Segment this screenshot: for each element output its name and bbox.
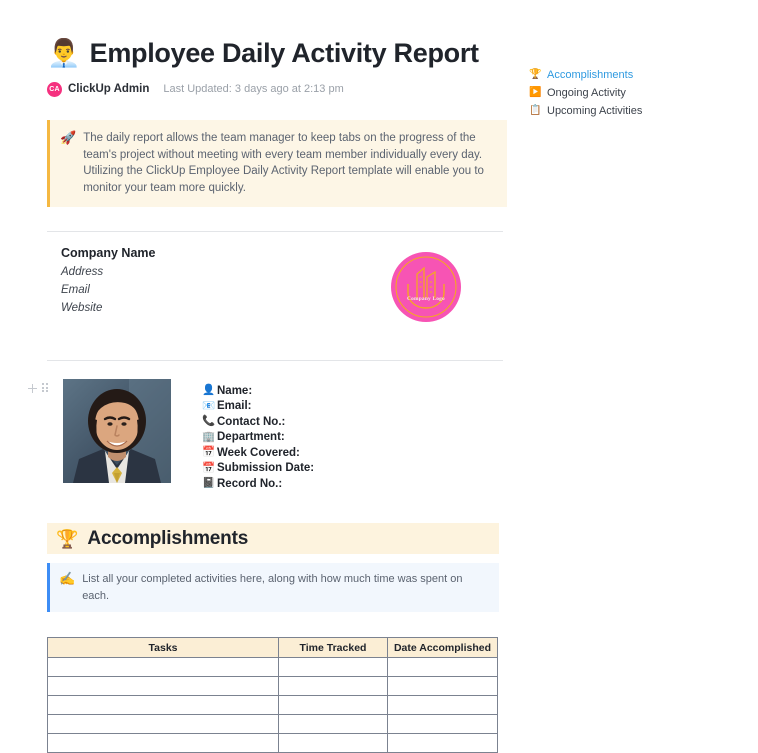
field-row: 📧 Email: <box>202 399 314 414</box>
calendar-icon: 📅 <box>202 461 216 474</box>
accomplishments-table[interactable]: Tasks Time Tracked Date Accomplished <box>47 637 498 753</box>
rocket-icon: 🚀 <box>60 130 77 145</box>
outline-item-upcoming-activities[interactable]: 📋 Upcoming Activities <box>529 102 719 120</box>
company-logo-caption: Company Logo <box>407 296 445 302</box>
section-hint-text: List all your completed activities here,… <box>82 573 463 602</box>
play-button-icon: ▶️ <box>529 87 542 98</box>
cell-date[interactable] <box>387 695 498 715</box>
drag-handle-icon[interactable] <box>42 383 49 393</box>
section-title: Accomplishments <box>87 527 249 549</box>
section-header-accomplishments: 🏆 Accomplishments <box>47 523 499 554</box>
phone-icon: 📞 <box>202 415 216 427</box>
cell-task[interactable] <box>47 657 279 677</box>
cell-date[interactable] <box>387 733 498 753</box>
person-icon: 👤 <box>202 384 216 396</box>
divider-top <box>47 231 503 232</box>
cell-time[interactable] <box>278 676 388 696</box>
field-label-email: Email: <box>217 400 252 412</box>
document-page: 👨‍💼 Employee Daily Activity Report CA Cl… <box>0 0 758 753</box>
field-label-department: Department: <box>217 431 285 443</box>
outline-nav: 🏆 Accomplishments ▶️ Ongoing Activity 📋 … <box>529 66 719 120</box>
divider-bottom <box>47 360 503 361</box>
intro-callout: 🚀 The daily report allows the team manag… <box>47 120 507 207</box>
cell-time[interactable] <box>278 657 388 677</box>
section-hint-callout: ✍️ List all your completed activities he… <box>47 563 499 612</box>
author-name: ClickUp Admin <box>68 83 150 95</box>
column-header-date-accomplished: Date Accomplished <box>387 637 498 658</box>
email-icon: 📧 <box>202 399 216 412</box>
field-row: 📓 Record No.: <box>202 476 314 491</box>
cell-task[interactable] <box>47 714 279 734</box>
clipboard-icon: 📋 <box>529 105 542 116</box>
cell-task[interactable] <box>47 676 279 696</box>
employee-photo-graphic <box>63 379 171 483</box>
cell-time[interactable] <box>278 695 388 715</box>
table-row <box>47 676 498 696</box>
last-updated-text: Last Updated: 3 days ago at 2:13 pm <box>163 83 344 95</box>
outline-item-label: Accomplishments <box>547 69 634 81</box>
notebook-icon: 📓 <box>202 477 216 489</box>
intro-callout-text: The daily report allows the team manager… <box>83 132 484 194</box>
page-title: Employee Daily Activity Report <box>89 38 479 68</box>
cell-time[interactable] <box>278 714 388 734</box>
table-row <box>47 657 498 677</box>
table-header-row: Tasks Time Tracked Date Accomplished <box>47 637 498 658</box>
field-label-week-covered: Week Covered: <box>217 446 300 459</box>
cell-date[interactable] <box>387 676 498 696</box>
outline-item-label: Ongoing Activity <box>547 87 626 99</box>
field-row: 🏢 Department: <box>202 430 314 445</box>
cell-task[interactable] <box>47 733 279 753</box>
employee-photo[interactable] <box>63 379 171 483</box>
company-block: Company Name Address Email Website Compa… <box>47 246 507 338</box>
field-row: 📞 Contact No.: <box>202 414 314 429</box>
table-row <box>47 733 498 753</box>
outline-item-accomplishments[interactable]: 🏆 Accomplishments <box>529 66 719 84</box>
writing-hand-icon: ✍️ <box>59 571 76 586</box>
field-row: 📅 Submission Date: <box>202 461 314 476</box>
field-label-submission-date: Submission Date: <box>217 462 315 474</box>
building-icon: 🏢 <box>202 430 216 443</box>
employee-block: 👤 Name: 📧 Email: 📞 Contact No.: 🏢 Depart… <box>28 379 507 492</box>
cell-date[interactable] <box>387 714 498 734</box>
trophy-icon: 🏆 <box>56 528 79 549</box>
cell-date[interactable] <box>387 657 498 677</box>
trophy-icon: 🏆 <box>529 69 542 80</box>
column-header-time-tracked: Time Tracked <box>278 637 388 658</box>
field-label-record-no: Record No.: <box>217 477 283 490</box>
block-handles <box>28 383 49 393</box>
document-body: 👨‍💼 Employee Daily Activity Report CA Cl… <box>28 0 507 753</box>
byline: CA ClickUp Admin Last Updated: 3 days ag… <box>47 80 507 98</box>
table-row <box>47 714 498 734</box>
avatar[interactable]: CA <box>47 81 62 97</box>
page-title-row: 👨‍💼 Employee Daily Activity Report <box>47 38 507 69</box>
employee-fields: 👤 Name: 📧 Email: 📞 Contact No.: 🏢 Depart… <box>202 383 314 492</box>
field-row: 👤 Name: <box>202 383 314 398</box>
table-row <box>47 695 498 715</box>
add-block-icon[interactable] <box>28 383 37 393</box>
field-label-contact-no: Contact No.: <box>217 415 286 428</box>
cell-task[interactable] <box>47 695 279 715</box>
field-label-name: Name: <box>217 384 253 397</box>
calendar-icon: 📅 <box>202 446 216 458</box>
company-logo: Company Logo <box>391 252 461 322</box>
cell-time[interactable] <box>278 733 388 753</box>
outline-item-ongoing-activity[interactable]: ▶️ Ongoing Activity <box>529 84 719 102</box>
field-row: 📅 Week Covered: <box>202 445 314 460</box>
company-logo-graphic <box>395 256 457 318</box>
column-header-tasks: Tasks <box>47 637 279 658</box>
man-office-worker-icon: 👨‍💼 <box>47 38 81 68</box>
outline-item-label: Upcoming Activities <box>547 105 643 117</box>
